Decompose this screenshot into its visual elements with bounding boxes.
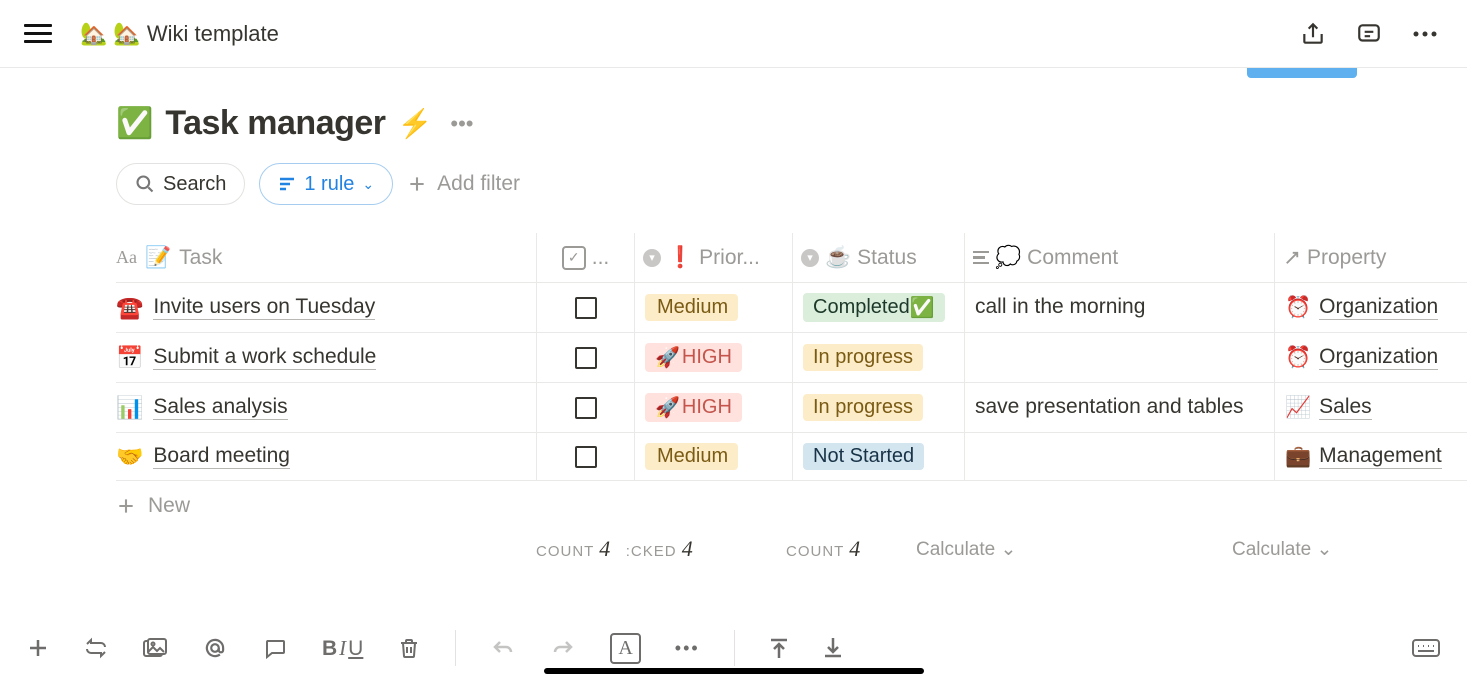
task-title[interactable]: Board meeting — [153, 444, 290, 469]
task-column-emoji-icon: 📝 — [145, 246, 171, 270]
comment-cell[interactable]: call in the morning — [964, 283, 1274, 332]
comment-cell[interactable] — [964, 433, 1274, 480]
table-row[interactable]: 🤝 Board meeting Medium Not Started 💼 Man… — [116, 433, 1467, 481]
chevron-down-icon: ⌄ — [1317, 539, 1333, 560]
sort-rule-button[interactable]: 1 rule ⌄ — [259, 163, 393, 205]
property-emoji-icon: ⏰ — [1285, 296, 1311, 320]
property-emoji-icon: 💼 — [1285, 445, 1311, 469]
checkbox[interactable] — [575, 397, 597, 419]
move-up-icon[interactable] — [769, 636, 789, 660]
breadcrumb-emoji-icon: 🏡 — [113, 21, 140, 47]
calculate-button[interactable]: Calculate ⌄ — [1232, 538, 1332, 561]
text-type-icon — [973, 251, 989, 265]
new-button-fragment — [1247, 68, 1357, 78]
text-style-icon[interactable]: A — [610, 633, 640, 664]
turn-into-icon[interactable] — [84, 636, 108, 660]
task-title[interactable]: Sales analysis — [153, 395, 287, 420]
chevron-down-icon: ⌄ — [362, 176, 374, 193]
checkbox[interactable] — [575, 297, 597, 319]
count-summary[interactable]: COUNT 4 — [786, 536, 860, 562]
new-row-button[interactable]: New — [116, 481, 1467, 531]
property-link[interactable]: ⏰ Organization — [1285, 295, 1438, 320]
undo-icon[interactable] — [490, 638, 516, 658]
row-emoji-icon: 📊 — [116, 395, 143, 421]
page-title[interactable]: Task manager — [165, 104, 385, 143]
table-row[interactable]: 📅 Submit a work schedule 🚀HIGH In progre… — [116, 333, 1467, 383]
bolt-icon: ⚡ — [398, 107, 433, 140]
more-icon[interactable] — [1407, 16, 1443, 52]
table-row[interactable]: 📊 Sales analysis 🚀HIGH In progress save … — [116, 383, 1467, 433]
header-truncated-icon: ... — [592, 246, 610, 270]
task-table: Aa 📝 Task ✓ ... ▾ ❗ Prior... ▾ ☕ Status … — [116, 233, 1467, 567]
property-link[interactable]: ⏰ Organization — [1285, 345, 1438, 370]
title-type-icon: Aa — [116, 247, 137, 268]
priority-tag[interactable]: 🚀HIGH — [645, 343, 742, 372]
table-footer: COUNT 4 :CKED 4 COUNT 4 Calculate ⌄ Calc… — [116, 531, 1467, 567]
sort-rule-label: 1 rule — [304, 173, 354, 196]
search-button[interactable]: Search — [116, 163, 245, 205]
move-down-icon[interactable] — [823, 636, 843, 660]
search-label: Search — [163, 173, 226, 196]
chevron-down-icon: ⌄ — [1001, 539, 1017, 560]
menu-button[interactable] — [24, 24, 52, 43]
column-header-status[interactable]: ▾ ☕ Status — [792, 233, 964, 282]
status-tag[interactable]: Completed✅ — [803, 293, 945, 322]
checkbox[interactable] — [575, 446, 597, 468]
priority-emoji-icon: ❗ — [667, 246, 693, 270]
task-title[interactable]: Submit a work schedule — [153, 345, 376, 370]
select-type-icon: ▾ — [643, 249, 661, 267]
breadcrumb-emoji-icon: 🏡 — [80, 21, 107, 47]
title-more-icon[interactable]: ••• — [444, 111, 479, 137]
comment-cell[interactable] — [964, 333, 1274, 382]
count-summary[interactable]: COUNT 4 :CKED 4 — [536, 536, 693, 562]
format-biu-icon[interactable]: BIU — [322, 636, 363, 661]
checkbox-type-icon: ✓ — [562, 246, 586, 270]
checkbox[interactable] — [575, 347, 597, 369]
redo-icon[interactable] — [550, 638, 576, 658]
add-filter-label: Add filter — [437, 172, 520, 196]
calculate-button[interactable]: Calculate ⌄ — [916, 538, 1016, 561]
row-emoji-icon: 📅 — [116, 345, 143, 371]
column-header-property[interactable]: Property — [1274, 233, 1467, 282]
table-row[interactable]: ☎️ Invite users on Tuesday Medium Comple… — [116, 283, 1467, 333]
row-emoji-icon: 🤝 — [116, 444, 143, 470]
column-header-checkbox[interactable]: ✓ ... — [536, 233, 634, 282]
priority-tag[interactable]: Medium — [645, 294, 738, 321]
task-title[interactable]: Invite users on Tuesday — [153, 295, 375, 320]
property-link[interactable]: 📈 Sales — [1285, 395, 1372, 420]
breadcrumb-text: Wiki template — [147, 21, 279, 47]
status-tag[interactable]: In progress — [803, 394, 923, 421]
image-icon[interactable] — [142, 637, 168, 659]
comment-icon[interactable] — [262, 636, 288, 660]
column-header-comment[interactable]: 💭 Comment — [964, 233, 1274, 282]
home-indicator — [544, 668, 924, 674]
priority-tag[interactable]: 🚀HIGH — [645, 393, 742, 422]
mention-icon[interactable] — [202, 635, 228, 661]
more-options-icon[interactable]: ••• — [675, 638, 700, 659]
property-link[interactable]: 💼 Management — [1285, 444, 1442, 469]
add-filter-button[interactable]: Add filter — [407, 172, 520, 196]
keyboard-icon[interactable] — [1411, 637, 1441, 659]
trash-icon[interactable] — [397, 635, 421, 661]
property-emoji-icon: ⏰ — [1285, 346, 1311, 370]
page-emoji-icon[interactable]: ✅ — [116, 106, 153, 141]
status-emoji-icon: ☕ — [825, 246, 851, 270]
relation-type-icon — [1283, 249, 1301, 267]
property-emoji-icon: 📈 — [1285, 396, 1311, 420]
comment-cell[interactable]: save presentation and tables — [964, 383, 1274, 432]
row-emoji-icon: ☎️ — [116, 295, 143, 321]
comments-icon[interactable] — [1351, 16, 1387, 52]
bottom-toolbar: BIU A ••• — [0, 618, 1467, 678]
status-tag[interactable]: In progress — [803, 344, 923, 371]
add-block-icon[interactable] — [26, 636, 50, 660]
column-header-task[interactable]: Aa 📝 Task — [116, 246, 536, 270]
comment-emoji-icon: 💭 — [995, 246, 1021, 270]
priority-tag[interactable]: Medium — [645, 443, 738, 470]
status-tag[interactable]: Not Started — [803, 443, 924, 470]
column-header-priority[interactable]: ▾ ❗ Prior... — [634, 233, 792, 282]
select-type-icon: ▾ — [801, 249, 819, 267]
breadcrumb[interactable]: 🏡 🏡 Wiki template — [80, 21, 1295, 47]
share-icon[interactable] — [1295, 16, 1331, 52]
